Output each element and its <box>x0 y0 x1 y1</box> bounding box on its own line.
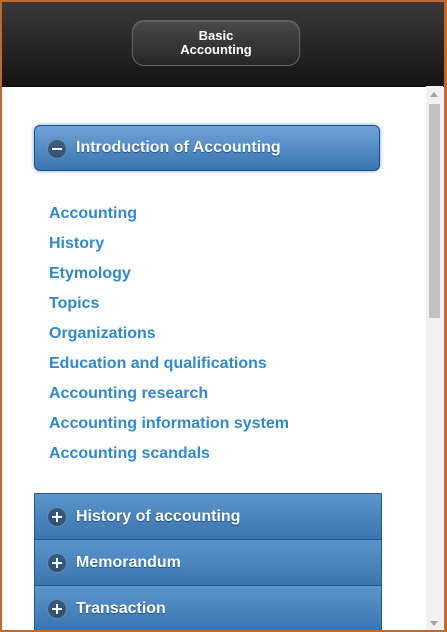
app-title: Basic Accounting <box>180 28 252 57</box>
section-links: Accounting History Etymology Topics Orga… <box>49 199 289 469</box>
app-frame: Basic Accounting Introduction of Account… <box>0 0 447 632</box>
minus-icon <box>47 139 67 159</box>
section-label: History of accounting <box>76 508 241 525</box>
link-history[interactable]: History <box>49 229 289 259</box>
section-label: Transaction <box>76 600 166 617</box>
main-content: Introduction of Accounting Accounting Hi… <box>2 87 426 630</box>
section-transaction[interactable]: Transaction <box>35 586 381 630</box>
section-label: Memorandum <box>76 554 181 571</box>
section-label: Introduction of Accounting <box>76 139 281 156</box>
link-accounting-research[interactable]: Accounting research <box>49 379 289 409</box>
plus-icon <box>47 553 67 573</box>
scroll-down-icon[interactable] <box>430 621 438 626</box>
collapsed-sections: History of accounting Memorandum Transac… <box>34 493 382 630</box>
link-accounting-scandals[interactable]: Accounting scandals <box>49 439 289 469</box>
link-accounting[interactable]: Accounting <box>49 199 289 229</box>
section-introduction-of-accounting[interactable]: Introduction of Accounting <box>34 125 380 171</box>
section-memorandum[interactable]: Memorandum <box>35 540 381 586</box>
plus-icon <box>47 507 67 527</box>
scroll-up-icon[interactable] <box>430 92 438 97</box>
title-button[interactable]: Basic Accounting <box>132 20 300 66</box>
link-accounting-information-system[interactable]: Accounting information system <box>49 409 289 439</box>
plus-icon <box>47 599 67 619</box>
link-topics[interactable]: Topics <box>49 289 289 319</box>
app-header: Basic Accounting <box>2 2 444 87</box>
section-history-of-accounting[interactable]: History of accounting <box>35 494 381 540</box>
vertical-scrollbar[interactable] <box>426 86 443 630</box>
link-education-and-qualifications[interactable]: Education and qualifications <box>49 349 289 379</box>
scroll-thumb[interactable] <box>429 104 440 318</box>
link-organizations[interactable]: Organizations <box>49 319 289 349</box>
link-etymology[interactable]: Etymology <box>49 259 289 289</box>
